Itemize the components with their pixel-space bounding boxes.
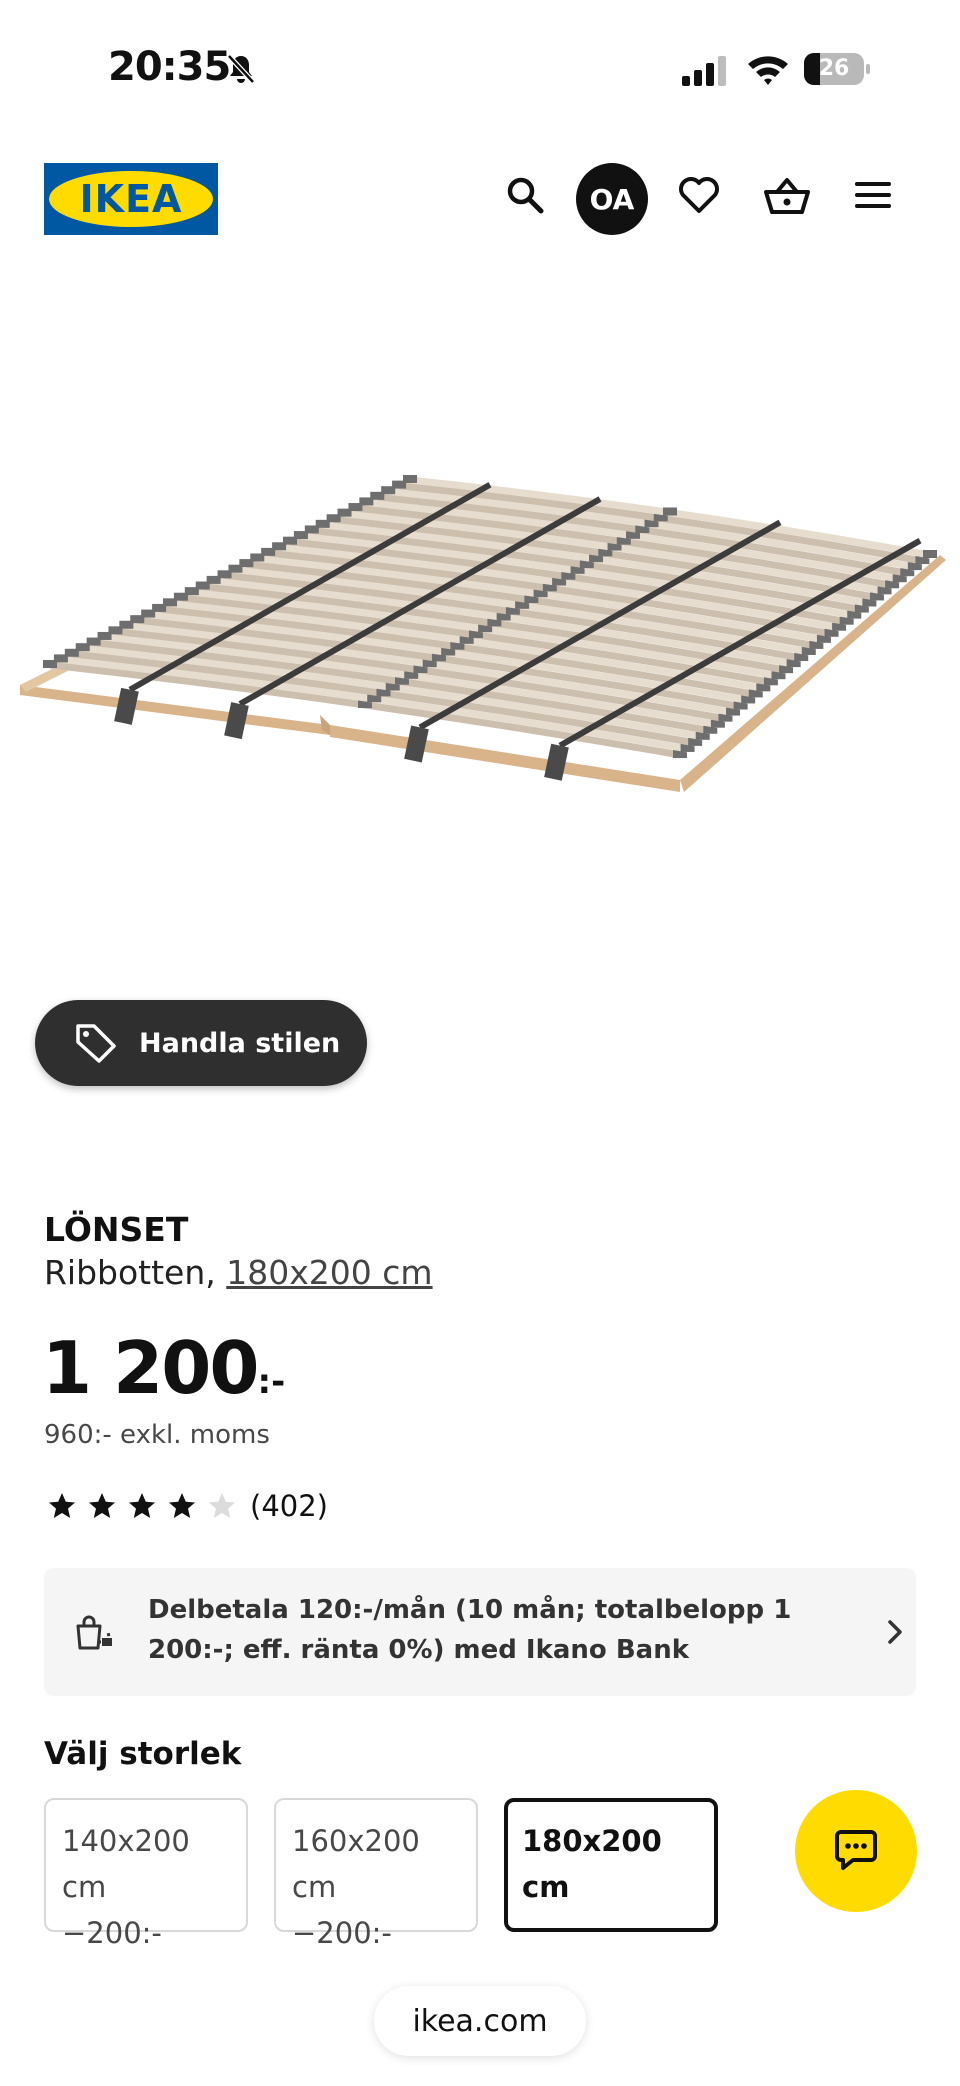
- logo-text: IKEA: [79, 177, 183, 221]
- search-icon[interactable]: [498, 168, 552, 222]
- bell-muted-icon: [224, 52, 258, 86]
- shop-the-style-label: Handla stilen: [139, 1027, 341, 1059]
- wifi-icon: [746, 52, 790, 86]
- basket-icon[interactable]: [760, 168, 814, 222]
- chat-button[interactable]: [795, 1790, 917, 1912]
- size-section-title: Välj storlek: [44, 1736, 242, 1772]
- product-name: LÖNSET: [44, 1210, 189, 1249]
- price-suffix: :-: [257, 1362, 286, 1402]
- tag-icon: [76, 1024, 116, 1063]
- size-option-140x200[interactable]: 140x200 cm −200:-: [44, 1798, 248, 1950]
- battery-level: 26: [818, 56, 850, 81]
- product-price: 1 200:-: [42, 1326, 285, 1410]
- star-filled-icon: [49, 1493, 75, 1518]
- ikea-logo[interactable]: IKEA: [44, 163, 218, 235]
- size-option-price: −200:-: [292, 1916, 392, 1950]
- chat-icon: [835, 1830, 877, 1870]
- price-excl-vat: 960:- exkl. moms: [44, 1420, 270, 1450]
- size-option-180x200[interactable]: 180x200 cm: [504, 1798, 718, 1932]
- browser-url-bar[interactable]: ikea.com: [374, 1986, 586, 2056]
- size-option-label: 160x200 cm: [292, 1824, 420, 1904]
- status-time: 20:35: [108, 44, 231, 90]
- product-size-link[interactable]: 180x200 cm: [226, 1253, 432, 1292]
- heart-icon[interactable]: [672, 168, 726, 222]
- star-empty-icon: [209, 1493, 235, 1518]
- price-value: 1 200: [42, 1326, 259, 1410]
- avatar[interactable]: OA: [576, 163, 648, 235]
- payment-bag-icon: [76, 1615, 112, 1650]
- battery-icon: 26: [804, 53, 870, 85]
- cellular-signal-icon: [682, 56, 728, 86]
- financing-text: Delbetala 120:-/mån (10 mån; totalbelopp…: [148, 1595, 792, 1665]
- size-option-price: −200:-: [62, 1916, 162, 1950]
- financing-banner[interactable]: Delbetala 120:-/mån (10 mån; totalbelopp…: [44, 1568, 916, 1696]
- product-image[interactable]: [0, 280, 960, 980]
- menu-icon[interactable]: [846, 168, 900, 222]
- size-option-label: 140x200 cm: [62, 1824, 190, 1904]
- star-filled-icon: [169, 1493, 195, 1518]
- rating-stars[interactable]: [42, 1490, 242, 1522]
- product-type: Ribbotten,: [44, 1253, 216, 1292]
- star-filled-icon: [129, 1493, 155, 1518]
- size-option-160x200[interactable]: 160x200 cm −200:-: [274, 1798, 478, 1950]
- product-description: Ribbotten, 180x200 cm: [44, 1253, 433, 1292]
- review-count[interactable]: (402): [250, 1489, 328, 1523]
- size-option-label: 180x200 cm: [522, 1824, 662, 1904]
- star-filled-icon: [89, 1493, 115, 1518]
- shop-the-style-button[interactable]: Handla stilen: [35, 1000, 367, 1086]
- chevron-right-icon: [888, 1620, 902, 1644]
